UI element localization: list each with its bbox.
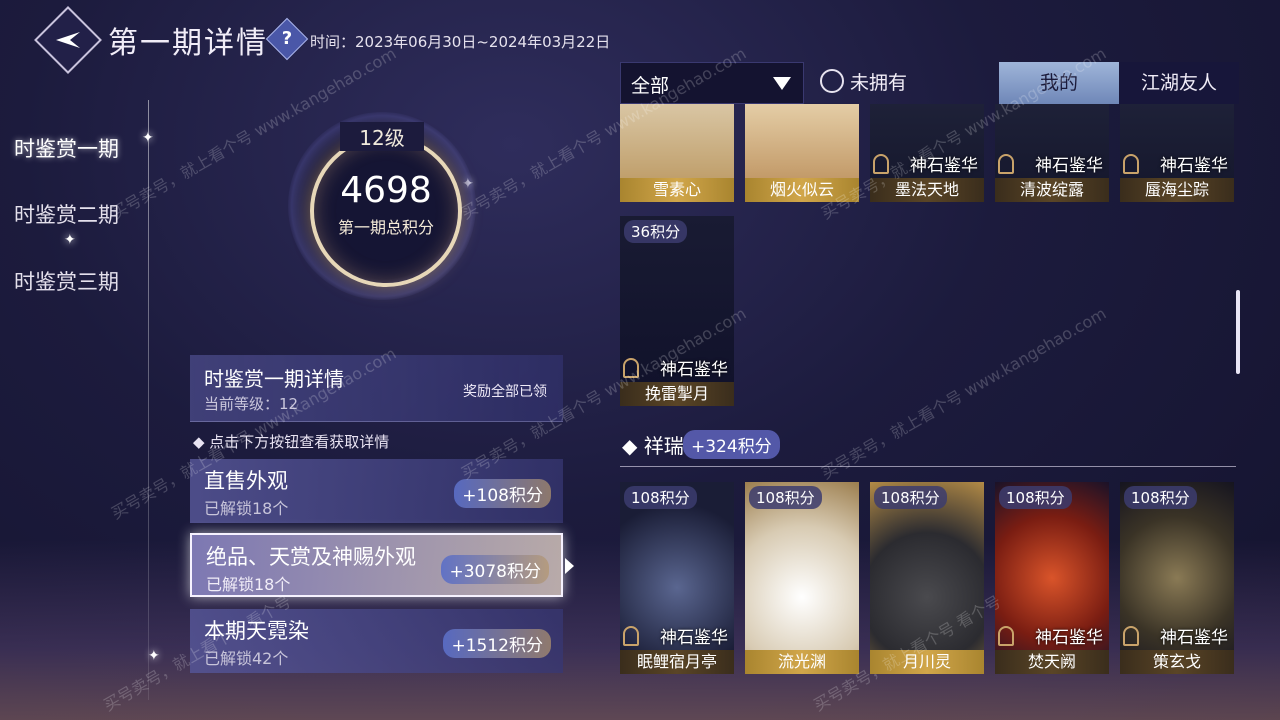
item-badge: 神石鉴华 xyxy=(1035,628,1103,648)
item-name: 雪素心 xyxy=(620,178,734,202)
selected-arrow-icon xyxy=(565,558,574,574)
item-badge: 神石鉴华 xyxy=(660,360,728,380)
tab-friends[interactable]: 江湖友人 xyxy=(1119,62,1239,104)
item-name: 挽雷掣月 xyxy=(620,382,734,406)
filter-dropdown[interactable]: 全部 xyxy=(620,62,804,104)
item-card[interactable]: 烟火似云 xyxy=(745,104,859,202)
item-points: 108积分 xyxy=(1124,486,1197,509)
item-points: 108积分 xyxy=(624,486,697,509)
item-badge: 神石鉴华 xyxy=(1160,628,1228,648)
item-points: 108积分 xyxy=(999,486,1072,509)
category-unlocked: 已解锁42个 xyxy=(204,649,289,668)
category-unlocked: 已解锁18个 xyxy=(206,575,291,594)
item-badge: 神石鉴华 xyxy=(910,156,978,176)
level-label: 12级 xyxy=(340,122,424,151)
category-points: +3078积分 xyxy=(441,555,549,584)
item-card[interactable]: 雪素心 xyxy=(620,104,734,202)
section-title: ◆ 祥瑞 xyxy=(622,434,684,458)
help-icon[interactable]: ? xyxy=(265,17,309,61)
item-points: 108积分 xyxy=(749,486,822,509)
item-card[interactable]: 36积分 神石鉴华 挽雷掣月 xyxy=(620,216,734,406)
item-points: 36积分 xyxy=(624,220,688,243)
score-ring xyxy=(310,135,462,287)
back-button[interactable] xyxy=(34,6,102,74)
item-card[interactable]: 108积分 神石鉴华 策玄戈 xyxy=(1120,482,1234,674)
item-card[interactable]: 神石鉴华 蜃海尘踪 xyxy=(1120,104,1234,202)
item-badge: 神石鉴华 xyxy=(1160,156,1228,176)
detail-title: 时鉴赏一期详情 xyxy=(204,367,344,391)
nav-item-period-2[interactable]: 时鉴赏二期 xyxy=(14,199,119,229)
category-name: 直售外观 xyxy=(204,469,288,493)
tab-mine[interactable]: 我的 xyxy=(999,62,1119,104)
category-points: +1512积分 xyxy=(443,629,551,658)
item-badge: 神石鉴华 xyxy=(660,628,728,648)
hint-text: ◆ 点击下方按钮查看获取详情 xyxy=(193,433,390,451)
item-name: 策玄戈 xyxy=(1120,650,1234,674)
item-name: 清波绽露 xyxy=(995,178,1109,202)
nav-item-period-1[interactable]: 时鉴赏一期 xyxy=(14,133,119,163)
section-divider xyxy=(620,466,1236,467)
period-detail-box: 时鉴赏一期详情 当前等级：12 奖励全部已领 xyxy=(190,355,563,422)
category-direct-sale[interactable]: 直售外观 已解锁18个 +108积分 xyxy=(190,459,563,523)
item-card[interactable]: 神石鉴华 墨法天地 xyxy=(870,104,984,202)
item-card[interactable]: 神石鉴华 清波绽露 xyxy=(995,104,1109,202)
nav-item-period-3[interactable]: 时鉴赏三期 xyxy=(14,266,119,296)
category-points: +108积分 xyxy=(454,479,551,508)
unowned-label: 未拥有 xyxy=(850,72,908,94)
page-title: 第一期详情 xyxy=(108,26,268,61)
filter-dropdown-value: 全部 xyxy=(631,75,670,97)
category-premium-appearance[interactable]: 绝品、天赏及神赐外观 已解锁18个 +3078积分 xyxy=(190,533,563,597)
category-dye[interactable]: 本期天霓染 已解锁42个 +1512积分 xyxy=(190,609,563,673)
back-arrow-icon xyxy=(56,32,80,48)
radio-icon xyxy=(820,69,844,93)
item-name: 眠鲤宿月亭 xyxy=(620,650,734,674)
item-name: 蜃海尘踪 xyxy=(1120,178,1234,202)
item-card[interactable]: 108积分 月川灵 xyxy=(870,482,984,674)
nav-divider xyxy=(148,100,149,700)
items-panel: 雪素心 烟火似云 神石鉴华 墨法天地 神石鉴华 清波绽露 神石鉴华 蜃海尘踪 3… xyxy=(620,104,1240,720)
item-badge: 神石鉴华 xyxy=(1035,156,1103,176)
category-unlocked: 已解锁18个 xyxy=(204,499,289,518)
sparkle-icon: ✦ xyxy=(64,232,76,248)
item-name: 流光渊 xyxy=(745,650,859,674)
scrollbar[interactable] xyxy=(1236,290,1240,374)
total-score: 4698 xyxy=(340,170,432,211)
sparkle-icon: ✦ xyxy=(148,648,160,664)
item-name: 烟火似云 xyxy=(745,178,859,202)
unowned-toggle[interactable]: 未拥有 xyxy=(820,68,907,95)
item-art xyxy=(745,482,859,674)
reward-status: 奖励全部已领 xyxy=(463,384,547,400)
item-card[interactable]: 108积分 神石鉴华 焚天阙 xyxy=(995,482,1109,674)
date-range: 时间：2023年06月30日~2024年03月22日 xyxy=(310,33,611,51)
total-score-label: 第一期总积分 xyxy=(337,218,434,237)
item-art xyxy=(870,482,984,674)
section-points: +324积分 xyxy=(683,430,780,459)
dropdown-arrow-icon xyxy=(773,77,791,90)
current-level: 当前等级：12 xyxy=(204,395,299,413)
item-name: 墨法天地 xyxy=(870,178,984,202)
category-name: 本期天霓染 xyxy=(204,619,309,643)
item-card[interactable]: 108积分 流光渊 xyxy=(745,482,859,674)
item-points: 108积分 xyxy=(874,486,947,509)
item-name: 月川灵 xyxy=(870,650,984,674)
item-card[interactable]: 108积分 神石鉴华 眠鲤宿月亭 xyxy=(620,482,734,674)
item-name: 焚天阙 xyxy=(995,650,1109,674)
category-name: 绝品、天赏及神赐外观 xyxy=(206,545,416,569)
